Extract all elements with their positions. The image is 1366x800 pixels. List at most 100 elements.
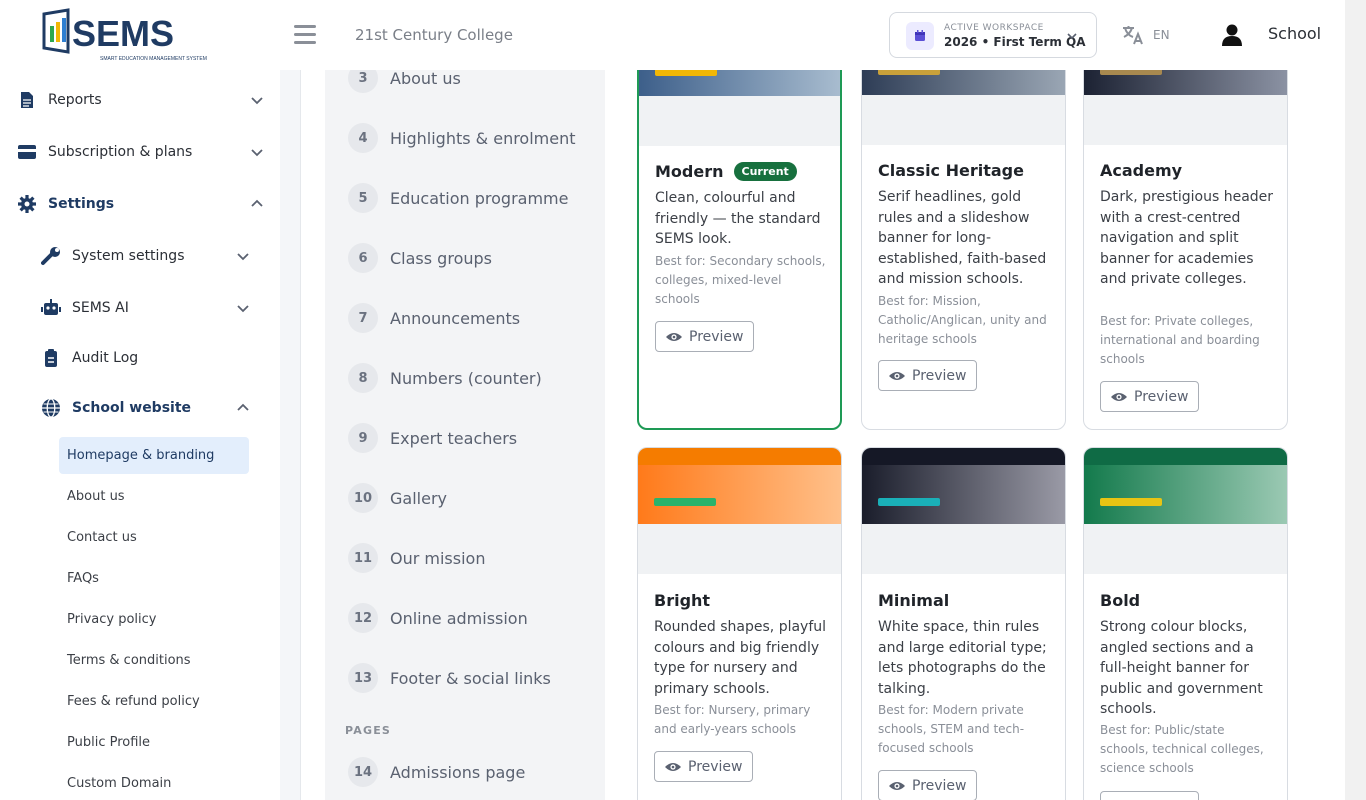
chevron-down-icon — [1067, 33, 1077, 40]
theme-card-bright[interactable]: Bright Rounded shapes, playful colours a… — [637, 447, 842, 800]
theme-description: Clean, colourful and friendly — the stan… — [655, 190, 821, 247]
calendar-icon — [906, 22, 934, 50]
pages-section-label: PAGES — [345, 724, 392, 737]
step-expert-teachers[interactable]: 9 Expert teachers — [348, 423, 517, 453]
theme-description: Rounded shapes, playful colours and big … — [654, 619, 827, 697]
eye-icon — [889, 781, 905, 790]
theme-best-for: Best for: Nursery, primary and early-yea… — [654, 703, 811, 736]
globe-icon — [40, 397, 62, 419]
eye-icon — [666, 332, 682, 341]
step-gallery[interactable]: 10 Gallery — [348, 483, 447, 513]
step-class-groups[interactable]: 6 Class groups — [348, 243, 492, 273]
eye-icon — [1111, 392, 1127, 401]
step-online-admission[interactable]: 12 Online admission — [348, 603, 528, 633]
theme-accent-stripe — [1100, 498, 1162, 506]
theme-card-academy[interactable]: Academy Dark, prestigious header with a … — [1083, 20, 1288, 430]
current-badge: Current — [733, 162, 797, 181]
clipboard-icon — [40, 347, 62, 369]
workspace-label: ACTIVE WORKSPACE — [944, 23, 1044, 33]
step-numbers-counter[interactable]: 8 Numbers (counter) — [348, 363, 542, 393]
sidebar-item-settings[interactable]: Settings — [0, 184, 280, 224]
sidebar-item-school-website[interactable]: School website — [0, 388, 280, 428]
theme-banner-preview — [1084, 465, 1287, 524]
menu-toggle-button[interactable] — [294, 25, 316, 45]
robot-icon — [40, 297, 62, 319]
user-icon[interactable] — [1219, 22, 1245, 48]
theme-description: Dark, prestigious header with a crest-ce… — [1100, 189, 1274, 287]
theme-name: Bright — [654, 591, 711, 610]
preview-button[interactable]: Preview — [1100, 381, 1199, 412]
sems-logo[interactable]: SEMS SMART EDUCATION MANAGEMENT SYSTEM — [40, 8, 220, 64]
eye-icon — [665, 762, 681, 771]
workspace-value: 2026 • First Term QA — [944, 35, 1086, 49]
sidebar-item-reports[interactable]: Reports — [0, 80, 280, 120]
theme-card-bold[interactable]: Bold Strong colour blocks, angled sectio… — [1083, 447, 1288, 800]
credit-card-icon — [16, 141, 38, 163]
website-page-privacy-policy[interactable]: Privacy policy — [59, 601, 249, 638]
theme-accent-stripe — [878, 498, 940, 506]
step-highlights-enrolment[interactable]: 4 Highlights & enrolment — [348, 123, 576, 153]
svg-text:SEMS: SEMS — [72, 13, 174, 54]
sidebar-item-sems-ai[interactable]: SEMS AI — [0, 288, 280, 328]
svg-text:SMART EDUCATION MANAGEMENT SYS: SMART EDUCATION MANAGEMENT SYSTEM — [100, 56, 207, 62]
translate-icon — [1123, 26, 1143, 45]
theme-best-for: Best for: Secondary schools, colleges, m… — [655, 254, 826, 306]
chevron-down-icon — [237, 305, 249, 313]
sidebar-item-system-settings[interactable]: System settings — [0, 236, 280, 276]
top-header: SEMS SMART EDUCATION MANAGEMENT SYSTEM 2… — [0, 0, 1366, 70]
preview-button[interactable]: Preview — [1100, 791, 1199, 800]
sidebar-item-subscription[interactable]: Subscription & plans — [0, 132, 280, 172]
theme-card-modern[interactable]: Modern Current Clean, colourful and frie… — [637, 20, 842, 430]
website-page-custom-domain[interactable]: Custom Domain — [59, 765, 249, 800]
theme-card-classic-heritage[interactable]: Classic Heritage Serif headlines, gold r… — [861, 20, 1066, 430]
chevron-up-icon — [237, 403, 249, 411]
sidebar: Reports Subscription & plans Settings Sy… — [0, 70, 280, 800]
language-switcher[interactable]: EN — [1121, 24, 1170, 46]
website-page-contact-us[interactable]: Contact us — [59, 519, 249, 556]
theme-best-for: Best for: Mission, Catholic/Anglican, un… — [878, 294, 1047, 346]
sidebar-item-audit-log[interactable]: Audit Log — [0, 338, 280, 378]
website-page-about-us[interactable]: About us — [59, 478, 249, 515]
theme-best-for: Best for: Public/state schools, technica… — [1100, 723, 1264, 775]
step-announcements[interactable]: 7 Announcements — [348, 303, 520, 333]
theme-banner-preview — [638, 465, 841, 524]
wrench-icon — [40, 245, 62, 267]
theme-best-for: Best for: Private colleges, internationa… — [1100, 314, 1260, 366]
workspace-selector[interactable]: ACTIVE WORKSPACE 2026 • First Term QA — [889, 12, 1097, 58]
website-page-fees-refund-policy[interactable]: Fees & refund policy — [59, 683, 249, 720]
preview-button[interactable]: Preview — [655, 321, 754, 352]
step-our-mission[interactable]: 11 Our mission — [348, 543, 485, 573]
theme-banner-preview — [862, 465, 1065, 524]
theme-description: Serif headlines, gold rules and a slides… — [878, 189, 1047, 287]
file-icon — [16, 89, 38, 111]
chevron-down-icon — [237, 253, 249, 261]
user-name[interactable]: School — [1268, 24, 1321, 43]
theme-name: Modern — [655, 162, 724, 181]
theme-name: Academy — [1100, 161, 1183, 180]
theme-description: Strong colour blocks, angled sections an… — [1100, 619, 1263, 717]
theme-name: Classic Heritage — [878, 161, 1024, 180]
preview-button[interactable]: Preview — [654, 751, 753, 782]
page-scrollbar[interactable] — [1345, 0, 1366, 800]
website-page-terms-conditions[interactable]: Terms & conditions — [59, 642, 249, 679]
gear-icon — [16, 193, 38, 215]
step-admissions-page[interactable]: 14 Admissions page — [348, 757, 525, 787]
theme-card-minimal[interactable]: Minimal White space, thin rules and larg… — [861, 447, 1066, 800]
website-page-faqs[interactable]: FAQs — [59, 560, 249, 597]
theme-name: Bold — [1100, 591, 1141, 610]
theme-best-for: Best for: Modern private schools, STEM a… — [878, 703, 1025, 755]
website-page-homepage-branding[interactable]: Homepage & branding — [59, 437, 249, 474]
theme-description: White space, thin rules and large editor… — [878, 619, 1047, 697]
website-page-public-profile[interactable]: Public Profile — [59, 724, 249, 761]
college-name: 21st Century College — [355, 26, 513, 44]
chevron-up-icon — [251, 199, 263, 207]
language-code: EN — [1153, 28, 1170, 42]
preview-button[interactable]: Preview — [878, 770, 977, 800]
eye-icon — [889, 371, 905, 380]
chevron-down-icon — [251, 97, 263, 105]
step-footer-social-links[interactable]: 13 Footer & social links — [348, 663, 551, 693]
preview-button[interactable]: Preview — [878, 360, 977, 391]
theme-name: Minimal — [878, 591, 950, 610]
theme-accent-stripe — [654, 498, 716, 506]
step-education-programme[interactable]: 5 Education programme — [348, 183, 568, 213]
